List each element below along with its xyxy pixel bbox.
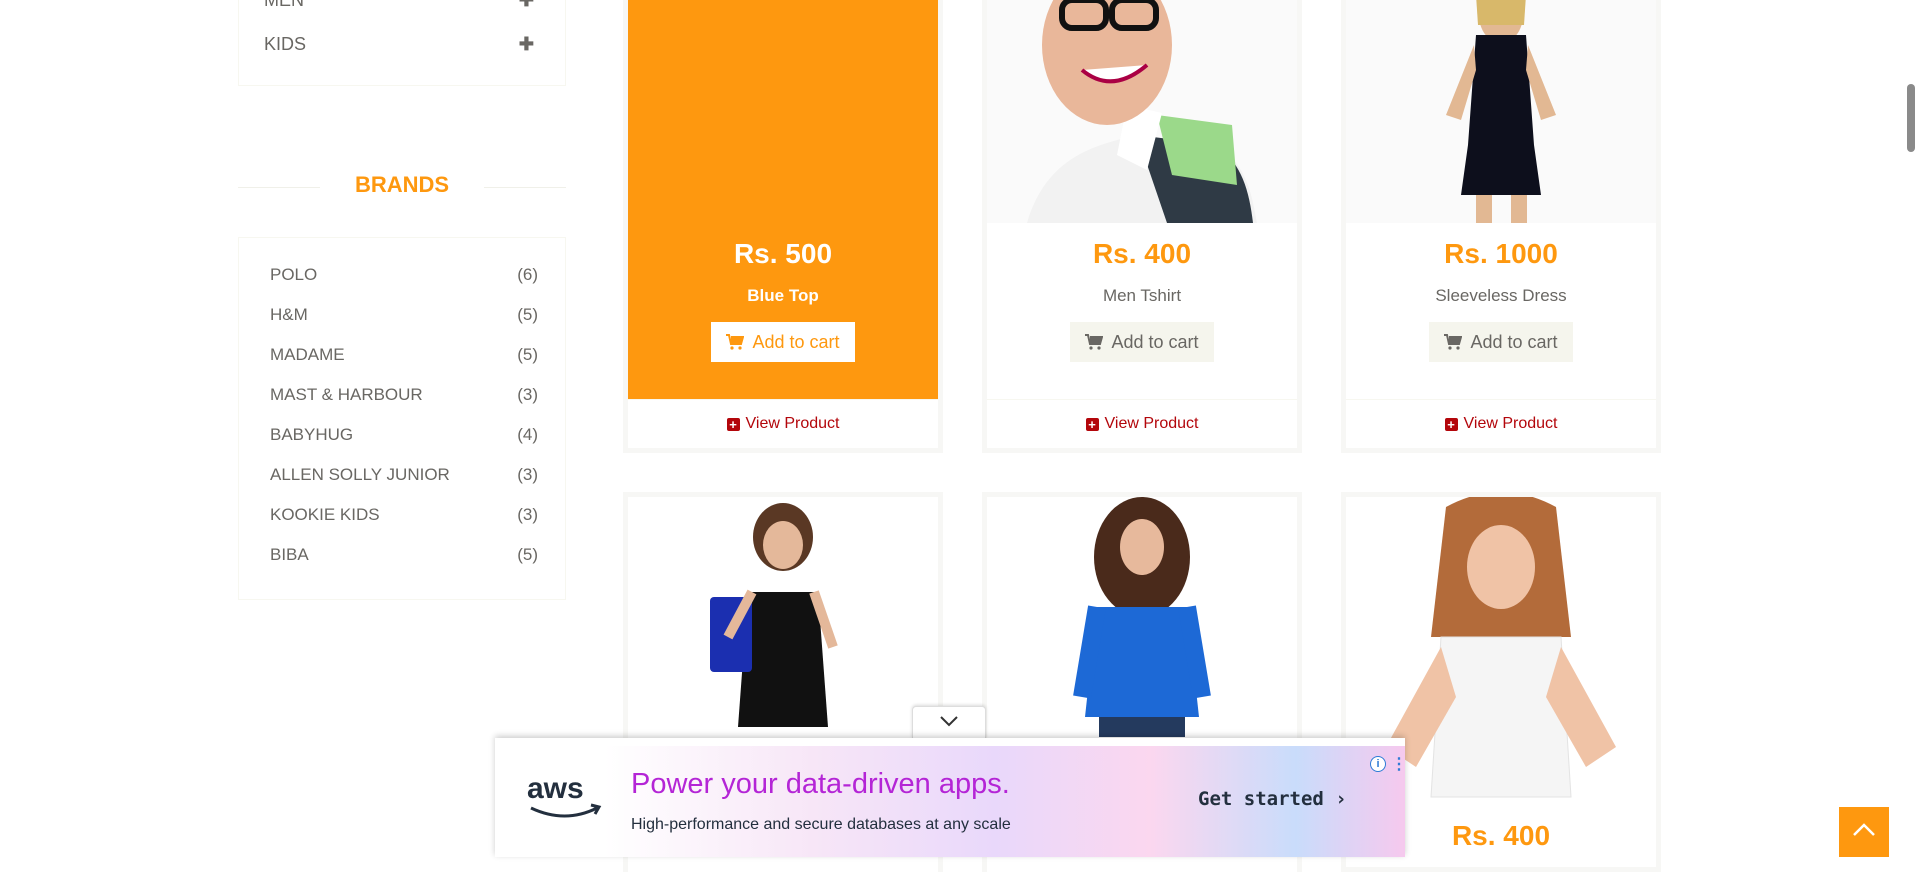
brand-item-babyhug[interactable]: BABYHUG (4): [270, 420, 538, 450]
product-card: Rs. 500 Blue Top Add to cart + View Prod…: [623, 0, 943, 453]
scrollbar-thumb[interactable]: [1907, 84, 1915, 152]
product-price: Rs. 1000: [1444, 238, 1558, 269]
add-to-cart-button[interactable]: Add to cart: [1429, 322, 1573, 362]
plus-square-icon: +: [1444, 417, 1458, 431]
brand-item-allen-solly-junior[interactable]: ALLEN SOLLY JUNIOR (3): [270, 460, 538, 490]
ad-cta-button[interactable]: Get started ›: [1198, 788, 1347, 810]
product-image: [1346, 0, 1656, 223]
category-kids[interactable]: KIDS ✚: [264, 29, 534, 59]
brand-name[interactable]: MAST & HARBOUR: [270, 385, 423, 405]
product-photo-sleeveless-dress: [1346, 0, 1656, 223]
cart-icon: [1085, 334, 1104, 350]
product-name: Men Tshirt: [1102, 286, 1182, 305]
brand-item-polo[interactable]: POLO (6): [270, 260, 538, 290]
product-name: Sleeveless Dress: [1435, 286, 1567, 305]
brand-item-biba[interactable]: BIBA (5): [270, 540, 538, 570]
category-panel: MEN ✚ KIDS ✚: [238, 0, 566, 86]
brand-count: (4): [517, 425, 538, 444]
brand-count: (3): [517, 465, 538, 484]
brand-item-mast-harbour[interactable]: MAST & HARBOUR (3): [270, 380, 538, 410]
view-product-label: View Product: [1463, 415, 1558, 432]
plus-icon[interactable]: ✚: [519, 34, 534, 55]
add-to-cart-button[interactable]: Add to cart: [1070, 322, 1214, 362]
ad-creative[interactable]: aws Power your data-driven apps. High-pe…: [495, 746, 1407, 857]
brand-name[interactable]: ALLEN SOLLY JUNIOR: [270, 465, 450, 485]
view-product-link[interactable]: + View Product: [987, 399, 1297, 448]
plus-icon[interactable]: ✚: [519, 0, 534, 11]
brands-title: BRANDS: [324, 172, 480, 198]
brand-count: (6): [517, 265, 538, 284]
scroll-to-top-button[interactable]: [1839, 807, 1889, 857]
brand-name[interactable]: MADAME: [270, 345, 345, 365]
divider: [238, 187, 320, 188]
product-card: Rs. 1000 Sleeveless Dress Add to cart + …: [1341, 0, 1661, 453]
add-to-cart-label: Add to cart: [1111, 331, 1199, 352]
plus-square-icon: +: [726, 417, 740, 431]
aws-logo: aws: [527, 772, 605, 827]
product-name: Blue Top: [747, 286, 819, 305]
add-to-cart-label: Add to cart: [1470, 331, 1558, 352]
brand-count: (3): [517, 505, 538, 524]
add-to-cart-button[interactable]: Add to cart: [711, 322, 855, 362]
ad-more-options-icon[interactable]: ⋮: [1391, 754, 1407, 774]
brand-name[interactable]: BIBA: [270, 545, 309, 565]
divider: [484, 187, 566, 188]
product-price: Rs. 400: [1092, 238, 1192, 269]
brand-count: (3): [517, 385, 538, 404]
category-label: KIDS: [264, 33, 307, 54]
brand-name[interactable]: POLO: [270, 265, 317, 285]
chevron-down-icon: [939, 714, 959, 732]
ad-headline: Power your data-driven apps.: [631, 768, 1010, 800]
cart-icon: [726, 334, 745, 350]
product-card: Rs. 400 Men Tshirt Add to cart + View Pr…: [982, 0, 1302, 453]
category-men[interactable]: MEN ✚: [264, 0, 534, 15]
cart-icon: [1444, 334, 1463, 350]
brand-item-madame[interactable]: MADAME (5): [270, 340, 538, 370]
category-label: MEN: [264, 0, 304, 11]
ad-collapse-tab[interactable]: [912, 706, 986, 739]
brand-count: (5): [517, 545, 538, 564]
brand-count: (5): [517, 345, 538, 364]
view-product-label: View Product: [745, 415, 840, 432]
product-overlay: Rs. 500 Blue Top Add to cart: [628, 0, 938, 399]
view-product-link[interactable]: + View Product: [628, 399, 938, 448]
ad-banner[interactable]: aws Power your data-driven apps. High-pe…: [495, 738, 1407, 857]
brand-name[interactable]: KOOKIE KIDS: [270, 505, 380, 525]
brand-item-hm[interactable]: H&M (5): [270, 300, 538, 330]
product-image: [987, 0, 1297, 223]
brand-item-kookie-kids[interactable]: KOOKIE KIDS (3): [270, 500, 538, 530]
add-to-cart-label: Add to cart: [752, 331, 840, 352]
page-scrollbar[interactable]: [1902, 0, 1920, 857]
brand-name[interactable]: H&M: [270, 305, 308, 325]
brands-heading: BRANDS: [238, 168, 566, 202]
brand-name[interactable]: BABYHUG: [270, 425, 353, 445]
chevron-up-icon: [1852, 822, 1876, 842]
product-photo-men-tshirt: [987, 0, 1297, 223]
ad-info-icon[interactable]: i: [1370, 756, 1386, 772]
view-product-label: View Product: [1104, 415, 1199, 432]
view-product-link[interactable]: + View Product: [1346, 399, 1656, 448]
plus-square-icon: +: [1085, 417, 1099, 431]
aws-wordmark: aws: [527, 772, 584, 805]
ad-subline: High-performance and secure databases at…: [631, 816, 1011, 833]
brand-count: (5): [517, 305, 538, 324]
brands-list: POLO (6) H&M (5) MADAME (5) MAST & HARBO…: [238, 237, 566, 600]
product-price: Rs. 500: [733, 238, 833, 269]
